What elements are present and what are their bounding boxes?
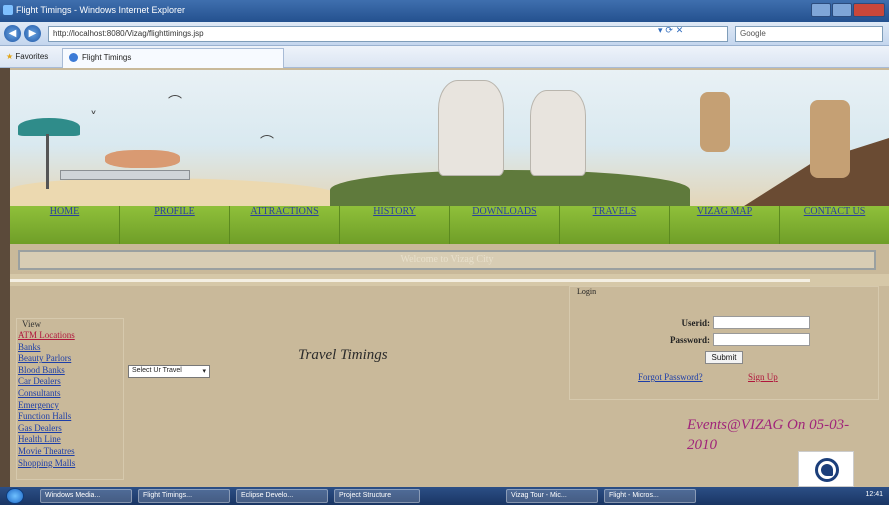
- menu-contact-us[interactable]: CONTACT US: [780, 206, 889, 244]
- beach-sand: [10, 178, 340, 206]
- hill-graphic: [330, 170, 690, 206]
- page-icon: [69, 53, 78, 63]
- sunbather-graphic: [105, 150, 180, 168]
- navigation-bar: ◀ ▶ http://localhost:8080/Vizag/flightti…: [0, 22, 889, 46]
- taskbar-item[interactable]: Flight Timings...: [138, 489, 230, 503]
- search-field[interactable]: Google: [735, 26, 883, 42]
- taskbar-item[interactable]: Eclipse Develo...: [236, 489, 328, 503]
- gull-icon: ˅: [90, 110, 97, 126]
- menu-profile[interactable]: PROFILE: [120, 206, 230, 244]
- sidebar-item-emergency[interactable]: Emergency: [18, 400, 75, 412]
- menu-attractions[interactable]: ATTRACTIONS: [230, 206, 340, 244]
- page-content: ⌒ ˅ ⌒ HOME PROFILE ATTRACTIONS HISTORY D…: [0, 68, 889, 487]
- divider-line: [10, 279, 810, 282]
- taskbar-item[interactable]: Project Structure: [334, 489, 420, 503]
- sidebar-item-movie-theatres[interactable]: Movie Theatres: [18, 446, 75, 458]
- taskbar: Windows Media... Flight Timings... Eclip…: [0, 487, 889, 505]
- logo-image: [798, 451, 854, 487]
- sidebar-item-banks[interactable]: Banks: [18, 342, 75, 354]
- events-heading[interactable]: Events@VIZAG On 05-03-2010: [687, 415, 877, 455]
- start-button[interactable]: [6, 488, 24, 504]
- sidebar-item-gas-dealers[interactable]: Gas Dealers: [18, 423, 75, 435]
- menu-downloads[interactable]: DOWNLOADS: [450, 206, 560, 244]
- window-title: Flight Timings - Windows Internet Explor…: [16, 5, 186, 15]
- umbrella-pole: [46, 134, 49, 189]
- menu-vizag-map[interactable]: VIZAG MAP: [670, 206, 780, 244]
- gull-icon: ⌒: [260, 135, 274, 151]
- sign-up-link[interactable]: Sign Up: [748, 372, 778, 382]
- userid-input[interactable]: [713, 316, 810, 329]
- login-title: Login: [577, 287, 597, 296]
- sidebar-item-consultants[interactable]: Consultants: [18, 388, 75, 400]
- umbrella-graphic: [18, 118, 80, 136]
- page-title: Travel Timings: [298, 347, 388, 363]
- clock: 12:41: [865, 491, 883, 498]
- sidebar-item-beauty-parlors[interactable]: Beauty Parlors: [18, 353, 75, 365]
- header-banner: ⌒ ˅ ⌒: [10, 70, 889, 206]
- welcome-marquee: Welcome to Vizag City: [18, 250, 876, 270]
- taskbar-item[interactable]: Windows Media...: [40, 489, 132, 503]
- climber-graphic: [700, 92, 730, 152]
- forward-icon[interactable]: ▶: [24, 25, 41, 42]
- userid-label: Userid:: [681, 318, 711, 328]
- refresh-stop-icons[interactable]: ▾ ⟳ ✕: [658, 26, 683, 36]
- menu-travels[interactable]: TRAVELS: [560, 206, 670, 244]
- favorites-label: Favorites: [15, 52, 49, 61]
- sidebar-item-blood-banks[interactable]: Blood Banks: [18, 365, 75, 377]
- star-icon: ★: [6, 52, 14, 61]
- logo-bird-icon: [821, 464, 833, 476]
- browser-tab[interactable]: Flight Timings: [62, 48, 284, 68]
- forgot-password-link[interactable]: Forgot Password?: [638, 372, 703, 382]
- tab-title: Flight Timings: [82, 53, 132, 62]
- menu-history[interactable]: HISTORY: [340, 206, 450, 244]
- maximize-button[interactable]: [832, 3, 852, 17]
- favorites-bar: ★ Favorites Flight Timings: [0, 46, 889, 68]
- sidebar-item-atm-locations[interactable]: ATM Locations: [18, 330, 75, 342]
- sidebar-list: ATM Locations Banks Beauty Parlors Blood…: [18, 330, 75, 469]
- address-field[interactable]: http://localhost:8080/Vizag/flighttiming…: [48, 26, 728, 42]
- password-input[interactable]: [713, 333, 810, 346]
- minimize-button[interactable]: [811, 3, 831, 17]
- title-bar: Flight Timings - Windows Internet Explor…: [0, 0, 889, 22]
- lounger-graphic: [60, 170, 190, 180]
- back-icon[interactable]: ◀: [4, 25, 21, 42]
- taskbar-item[interactable]: Vizag Tour - Mic...: [506, 489, 598, 503]
- window-controls: [811, 3, 885, 17]
- page-left-border: [0, 68, 10, 487]
- chevron-down-icon: ▾: [202, 368, 206, 375]
- sidebar-item-car-dealers[interactable]: Car Dealers: [18, 376, 75, 388]
- main-menu: HOME PROFILE ATTRACTIONS HISTORY DOWNLOA…: [10, 206, 889, 244]
- sidebar-item-shopping-malls[interactable]: Shopping Malls: [18, 458, 75, 470]
- gull-icon: ⌒: [168, 95, 182, 111]
- sidebar-item-function-halls[interactable]: Function Halls: [18, 411, 75, 423]
- statue-graphic: [438, 80, 504, 176]
- taskbar-item[interactable]: Flight - Micros...: [604, 489, 696, 503]
- ie-icon: [3, 5, 13, 15]
- menu-home[interactable]: HOME: [10, 206, 120, 244]
- sidebar-item-health-line[interactable]: Health Line: [18, 434, 75, 446]
- travel-select[interactable]: Select Ur Travel ▾: [128, 365, 210, 378]
- climber-graphic: [810, 100, 850, 178]
- favorites-button[interactable]: ★ Favorites: [6, 52, 48, 61]
- close-button[interactable]: [853, 3, 885, 17]
- password-label: Password:: [670, 335, 710, 345]
- travel-select-value: Select Ur Travel: [132, 367, 182, 374]
- submit-button[interactable]: Submit: [705, 351, 743, 364]
- sidebar-title: View: [22, 319, 41, 329]
- statue-graphic: [530, 90, 586, 176]
